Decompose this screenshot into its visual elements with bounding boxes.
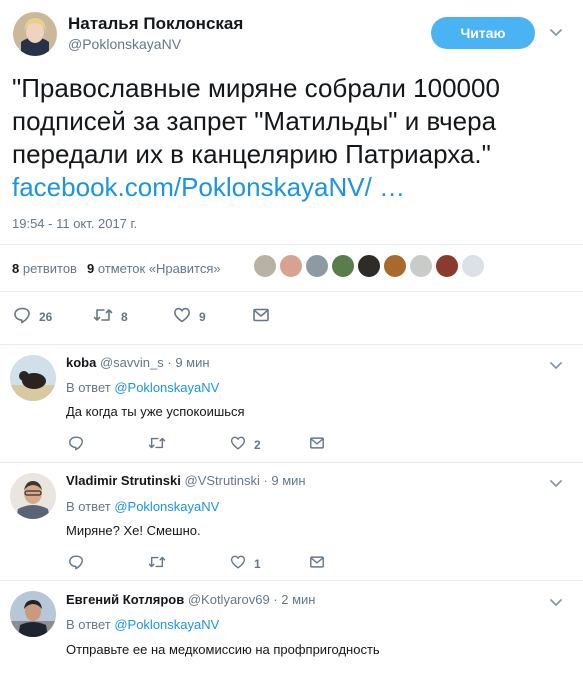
reply-text: Миряне? Хе! Смешно. bbox=[66, 523, 201, 538]
retweets-label: ретвитов bbox=[22, 261, 77, 276]
reply-author-handle[interactable]: @Kotlyarov69 bbox=[188, 592, 270, 607]
reply-icon bbox=[68, 554, 84, 573]
envelope-icon bbox=[309, 554, 325, 573]
tweet-text-body: "Православные миряне собрали 100000 подп… bbox=[12, 73, 500, 169]
direct-message-action[interactable] bbox=[309, 435, 325, 454]
likes-count: 9 bbox=[86, 261, 95, 276]
like-count: 9 bbox=[199, 309, 206, 324]
retweet-action[interactable] bbox=[148, 435, 166, 454]
direct-message-action[interactable] bbox=[252, 306, 270, 327]
heart-icon bbox=[230, 435, 246, 454]
reply-to-line: В ответ @PoklonskayaNV bbox=[66, 380, 219, 395]
liker-avatar[interactable] bbox=[409, 254, 433, 278]
liker-avatar[interactable] bbox=[383, 254, 407, 278]
author-avatar[interactable] bbox=[13, 12, 57, 56]
retweet-action[interactable]: 8 bbox=[93, 306, 128, 327]
retweet-count: 8 bbox=[121, 309, 128, 324]
reply-header: Евгений Котляров @Kotlyarov69 · 2 мин bbox=[66, 592, 316, 607]
reply-author-handle[interactable]: @VStrutinski bbox=[185, 473, 260, 488]
heart-icon bbox=[230, 554, 246, 573]
reply-avatar[interactable] bbox=[10, 355, 56, 401]
tweet-stats: 8 ретвитов 9 отметок «Нравится» bbox=[12, 261, 221, 276]
reply-to-mention[interactable]: @PoklonskayaNV bbox=[114, 617, 219, 632]
reply-to-line: В ответ @PoklonskayaNV bbox=[66, 617, 219, 632]
reply-action[interactable]: 26 bbox=[13, 306, 52, 327]
retweets-stat[interactable]: 8 ретвитов bbox=[12, 261, 77, 276]
reply-to-line: В ответ @PoklonskayaNV bbox=[66, 499, 219, 514]
like-action[interactable]: 1 bbox=[230, 554, 261, 573]
reply-icon bbox=[13, 306, 31, 327]
reply-author-handle[interactable]: @savvin_s bbox=[100, 355, 164, 370]
liker-avatar[interactable] bbox=[253, 254, 277, 278]
reply-to-prefix: В ответ bbox=[66, 380, 111, 395]
main-tweet: Наталья Поклонская @PoklonskayaNV Читаю … bbox=[0, 0, 583, 345]
reply-text: Да когда ты уже успокоишься bbox=[66, 404, 245, 419]
chevron-down-icon[interactable] bbox=[548, 475, 564, 491]
author-handle[interactable]: @PoklonskayaNV bbox=[68, 36, 181, 52]
reply-to-prefix: В ответ bbox=[66, 499, 111, 514]
reply-to-prefix: В ответ bbox=[66, 617, 111, 632]
reply-time[interactable]: · 9 мин bbox=[167, 355, 209, 370]
retweet-action[interactable] bbox=[148, 554, 166, 573]
chevron-down-icon[interactable] bbox=[548, 24, 564, 40]
divider bbox=[0, 291, 583, 292]
liker-avatar[interactable] bbox=[331, 254, 355, 278]
like-action[interactable]: 9 bbox=[173, 306, 206, 327]
likes-label: отметок «Нравится» bbox=[97, 261, 221, 276]
liker-avatars bbox=[253, 254, 487, 278]
reply-action[interactable] bbox=[68, 435, 84, 454]
like-count: 1 bbox=[254, 556, 261, 571]
chevron-down-icon[interactable] bbox=[548, 357, 564, 373]
reply-time[interactable]: · 9 мин bbox=[263, 473, 305, 488]
tweet-text: "Православные миряне собрали 100000 подп… bbox=[12, 72, 572, 204]
reply-tweet[interactable]: Евгений Котляров @Kotlyarov69 · 2 мин В … bbox=[0, 581, 583, 674]
reply-to-mention[interactable]: @PoklonskayaNV bbox=[114, 380, 219, 395]
reply-icon bbox=[68, 435, 84, 454]
tweet-timestamp[interactable]: 19:54 - 11 окт. 2017 г. bbox=[12, 216, 137, 231]
reply-author-name[interactable]: Vladimir Strutinski bbox=[66, 473, 181, 488]
reply-tweet[interactable]: koba @savvin_s · 9 мин В ответ @Poklonsk… bbox=[0, 345, 583, 463]
chevron-down-icon[interactable] bbox=[548, 594, 564, 610]
envelope-icon bbox=[252, 306, 270, 327]
reply-action[interactable] bbox=[68, 554, 84, 573]
heart-icon bbox=[173, 306, 191, 327]
like-count: 2 bbox=[254, 437, 261, 452]
reply-header: koba @savvin_s · 9 мин bbox=[66, 355, 210, 370]
reply-time[interactable]: · 2 мин bbox=[273, 592, 315, 607]
divider bbox=[0, 244, 583, 245]
tweet-link[interactable]: facebook.com/PoklonskayaNV/ … bbox=[12, 172, 405, 202]
retweet-icon bbox=[148, 435, 166, 454]
reply-text: Отправьте ее на медкомиссию на профприго… bbox=[66, 642, 380, 657]
reply-avatar[interactable] bbox=[10, 473, 56, 519]
direct-message-action[interactable] bbox=[309, 554, 325, 573]
likes-stat[interactable]: 9 отметок «Нравится» bbox=[87, 261, 221, 276]
reply-to-mention[interactable]: @PoklonskayaNV bbox=[114, 499, 219, 514]
like-action[interactable]: 2 bbox=[230, 435, 261, 454]
liker-avatar[interactable] bbox=[279, 254, 303, 278]
retweet-icon bbox=[148, 554, 166, 573]
reply-author-name[interactable]: koba bbox=[66, 355, 96, 370]
author-name[interactable]: Наталья Поклонская bbox=[68, 14, 243, 34]
reply-avatar[interactable] bbox=[10, 591, 56, 637]
reply-author-name[interactable]: Евгений Котляров bbox=[66, 592, 184, 607]
liker-avatar[interactable] bbox=[435, 254, 459, 278]
retweets-count: 8 bbox=[12, 261, 20, 276]
reply-count: 26 bbox=[39, 309, 53, 324]
liker-avatar[interactable] bbox=[305, 254, 329, 278]
retweet-icon bbox=[93, 306, 113, 327]
reply-tweet[interactable]: Vladimir Strutinski @VStrutinski · 9 мин… bbox=[0, 463, 583, 581]
liker-avatar[interactable] bbox=[357, 254, 381, 278]
liker-avatar[interactable] bbox=[461, 254, 485, 278]
envelope-icon bbox=[309, 435, 325, 454]
following-button[interactable]: Читаю bbox=[431, 17, 535, 49]
reply-header: Vladimir Strutinski @VStrutinski · 9 мин bbox=[66, 473, 306, 488]
